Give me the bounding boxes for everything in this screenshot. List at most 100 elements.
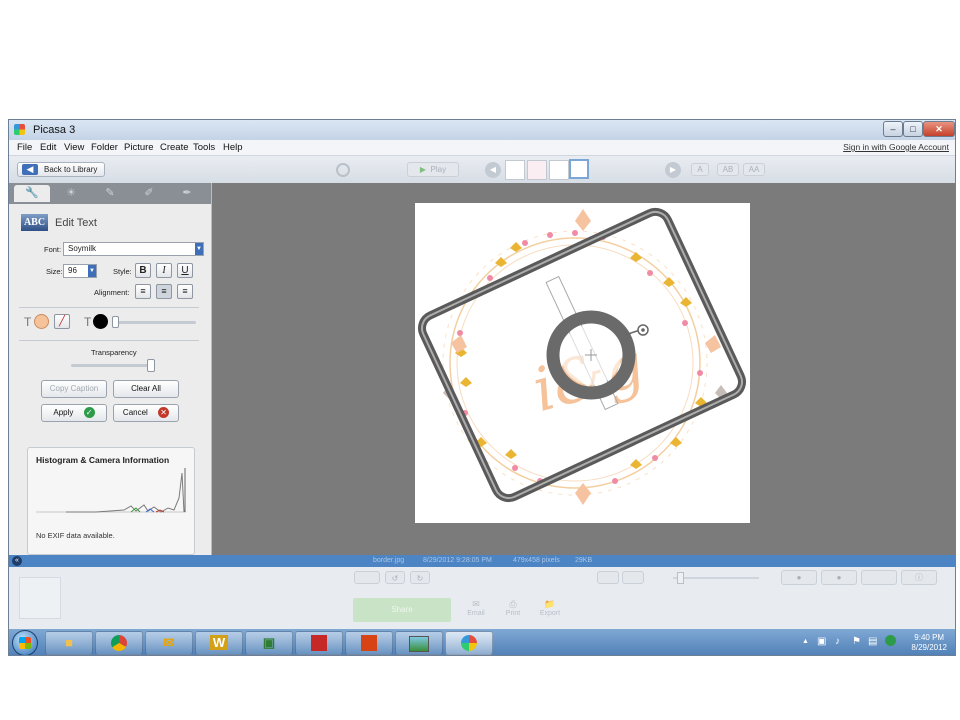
font-select[interactable]: Soymilk ▼ xyxy=(63,242,204,256)
tray-flag-icon[interactable]: ⚑ xyxy=(852,636,861,647)
zoom-slider[interactable] xyxy=(673,572,759,584)
menu-picture[interactable]: Picture xyxy=(124,142,154,153)
thumbnail-1[interactable] xyxy=(505,160,525,180)
zoom-track xyxy=(673,577,759,579)
rotate-icon[interactable] xyxy=(336,163,350,177)
font-label: Font: xyxy=(44,245,62,254)
status-size: 29KB xyxy=(575,557,593,564)
cancel-button[interactable]: Cancel ✕ xyxy=(113,404,179,422)
tray-volume-icon[interactable]: ♪ xyxy=(835,636,840,647)
layout-aa-button[interactable]: AA xyxy=(743,163,765,176)
outline-color-swatch[interactable] xyxy=(93,314,108,329)
size-dropdown-icon: ▼ xyxy=(88,265,96,277)
align-right-button[interactable]: ≡ xyxy=(177,284,193,299)
menu-help[interactable]: Help xyxy=(223,142,243,153)
windows-taskbar: ■ ✉ W ▣ ▲ ▣ ♪ ⚑ ▤ 9:40 PM 8/29/2012 xyxy=(9,629,955,655)
thumbnail-3[interactable] xyxy=(549,160,569,180)
taskbar-explorer[interactable]: ■ xyxy=(45,631,93,655)
status-filename: border.jpg xyxy=(373,557,405,564)
people-button[interactable]: ● xyxy=(781,570,817,585)
layout-a-button[interactable]: A xyxy=(691,163,709,176)
tray-show-hidden-icon[interactable]: ▲ xyxy=(802,638,809,645)
export-button[interactable]: 📁 Export xyxy=(537,599,563,617)
tab-tuning[interactable]: ☀ xyxy=(53,185,89,202)
picasa-window: Picasa 3 – □ ✕ File Edit View Folder Pic… xyxy=(8,119,956,656)
next-icon[interactable]: ▶ xyxy=(665,162,681,178)
system-clock[interactable]: 9:40 PM 8/29/2012 xyxy=(911,633,947,653)
minimize-button[interactable]: – xyxy=(883,121,903,137)
apply-button[interactable]: Apply ✓ xyxy=(41,404,107,422)
tab-effects[interactable]: ✎ xyxy=(92,185,128,202)
bold-button[interactable]: B xyxy=(135,263,151,278)
info-button[interactable]: ⓘ xyxy=(901,570,937,585)
tray-security-icon[interactable] xyxy=(885,635,896,646)
copy-caption-button[interactable]: Copy Caption xyxy=(41,380,107,398)
photo-canvas[interactable]: i&g xyxy=(415,203,750,523)
histogram-title: Histogram & Camera Information xyxy=(36,455,170,465)
hold-button[interactable] xyxy=(354,571,380,584)
slider-track xyxy=(112,321,196,324)
previous-icon[interactable]: ◀ xyxy=(485,162,501,178)
italic-button[interactable]: I xyxy=(156,263,172,278)
menu-folder[interactable]: Folder xyxy=(91,142,118,153)
sign-in-link[interactable]: Sign in with Google Account xyxy=(843,142,949,152)
rotate-right-button[interactable]: ↻ xyxy=(410,571,430,584)
histogram-graph xyxy=(36,468,186,513)
menu-edit[interactable]: Edit xyxy=(40,142,56,153)
taskbar-powerpoint[interactable] xyxy=(345,631,393,655)
size-select[interactable]: 96 ▼ xyxy=(63,264,97,278)
no-outline-button[interactable]: ╱ xyxy=(54,314,70,329)
window-title: Picasa 3 xyxy=(33,124,76,136)
photo-workspace: i&g xyxy=(212,183,955,555)
view-button-2[interactable] xyxy=(622,571,644,584)
alignment-label: Alignment: xyxy=(94,288,130,297)
taskbar-outlook[interactable]: ✉ xyxy=(145,631,193,655)
align-left-button[interactable]: ≡ xyxy=(135,284,151,299)
outline-width-slider[interactable] xyxy=(112,316,196,328)
zoom-thumb[interactable] xyxy=(677,572,684,584)
close-window-button[interactable]: ✕ xyxy=(923,121,955,137)
email-button[interactable]: ✉ Email xyxy=(464,599,488,617)
transparency-slider[interactable] xyxy=(71,359,155,372)
back-to-library-button[interactable]: ◀ Back to Library xyxy=(17,162,105,177)
align-center-button[interactable]: ≡ xyxy=(156,284,172,299)
places-button[interactable]: ● xyxy=(821,570,857,585)
taskbar-photos[interactable] xyxy=(395,631,443,655)
menu-file[interactable]: File xyxy=(17,142,32,153)
thumbnail-2[interactable] xyxy=(527,160,547,180)
tab-more-effects[interactable]: ✐ xyxy=(131,185,167,202)
brush-2-icon: ✐ xyxy=(144,187,154,199)
slider-thumb[interactable] xyxy=(112,316,119,328)
tab-extra-effects[interactable]: ✒ xyxy=(169,185,205,202)
share-button[interactable]: Share xyxy=(353,598,451,622)
taskbar-acrobat[interactable] xyxy=(295,631,343,655)
tags-button[interactable] xyxy=(861,570,897,585)
layout-ab-button[interactable]: AB xyxy=(717,163,739,176)
divider xyxy=(19,307,199,308)
menu-create[interactable]: Create xyxy=(160,142,189,153)
view-button-1[interactable] xyxy=(597,571,619,584)
collapse-panel-icon[interactable]: « xyxy=(12,556,22,566)
transparency-thumb[interactable] xyxy=(147,359,155,372)
thumbnail-4-selected[interactable] xyxy=(569,159,589,179)
taskbar-picasa[interactable] xyxy=(445,631,493,655)
style-label: Style: xyxy=(113,267,132,276)
play-button[interactable]: ▶ Play xyxy=(407,162,459,177)
rotate-left-button[interactable]: ↺ xyxy=(385,571,405,584)
taskbar-app[interactable]: ▣ xyxy=(245,631,293,655)
text-color-icon: T xyxy=(24,315,32,329)
underline-button[interactable]: U xyxy=(177,263,193,278)
tray-network-icon[interactable]: ▣ xyxy=(817,636,826,647)
tray-signal-icon[interactable]: ▤ xyxy=(868,636,877,647)
taskbar-chrome[interactable] xyxy=(95,631,143,655)
print-button[interactable]: ⎙ Print xyxy=(501,599,525,617)
menu-view[interactable]: View xyxy=(64,142,84,153)
text-color-swatch[interactable] xyxy=(34,314,49,329)
clear-all-button[interactable]: Clear All xyxy=(113,380,179,398)
maximize-button[interactable]: □ xyxy=(903,121,923,137)
tab-basic-fixes[interactable]: 🔧 xyxy=(14,185,50,202)
start-button[interactable] xyxy=(12,630,38,655)
menu-tools[interactable]: Tools xyxy=(193,142,215,153)
taskbar-word[interactable]: W xyxy=(195,631,243,655)
outlook-icon: ✉ xyxy=(163,635,175,650)
